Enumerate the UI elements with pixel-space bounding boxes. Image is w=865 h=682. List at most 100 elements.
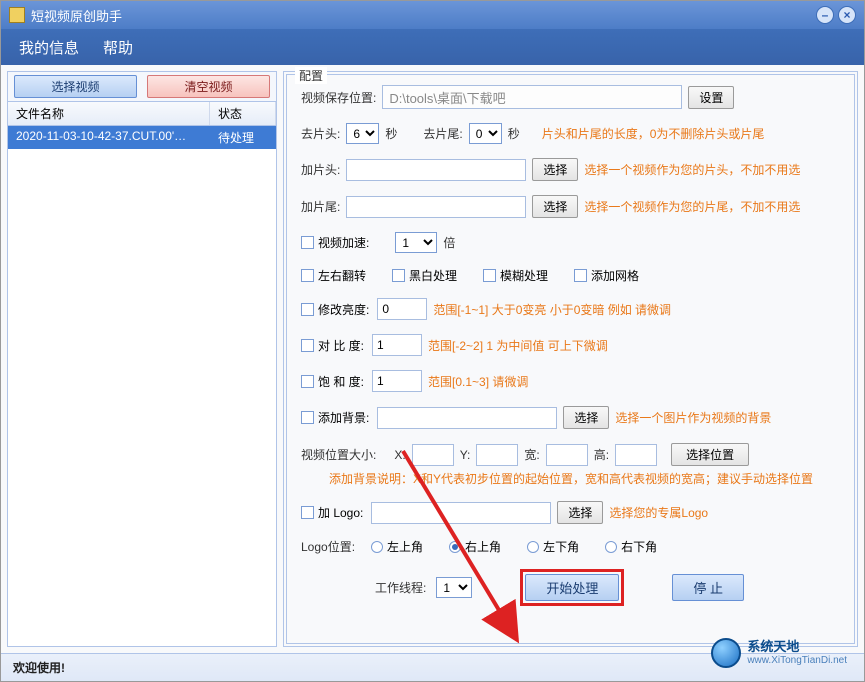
pos-w-label: 宽:: [524, 446, 539, 463]
contrast-hint: 范围[-2~2] 1 为中间值 可上下微调: [428, 337, 608, 354]
status-text: 欢迎使用!: [13, 659, 65, 676]
background-checkbox[interactable]: 添加背景:: [301, 409, 369, 426]
bw-checkbox[interactable]: 黑白处理: [392, 267, 457, 284]
checkbox-icon: [301, 303, 314, 316]
grid-checkbox[interactable]: 添加网格: [574, 267, 639, 284]
trim-start-label: 去片头:: [301, 125, 340, 142]
radio-top-left[interactable]: 左上角: [371, 538, 423, 555]
sec-unit-1: 秒: [385, 125, 397, 142]
app-window: 短视频原创助手 – × 我的信息 帮助 选择视频 清空视频 文件名称 状态 20…: [0, 0, 865, 682]
background-hint: 选择一个图片作为视频的背景: [615, 409, 771, 426]
trim-end-label: 去片尾:: [423, 125, 462, 142]
blur-checkbox[interactable]: 模糊处理: [483, 267, 548, 284]
checkbox-icon: [301, 236, 314, 249]
start-button[interactable]: 开始处理: [525, 574, 619, 601]
checkbox-icon: [301, 375, 314, 388]
app-title: 短视频原创助手: [31, 6, 812, 25]
trim-start-select[interactable]: 6: [346, 123, 379, 144]
logo-pick-button[interactable]: 选择: [557, 501, 603, 524]
radio-top-right[interactable]: 右上角: [449, 538, 501, 555]
watermark-title: 系统天地: [747, 640, 847, 654]
config-group: 配置 视频保存位置: 设置 去片头: 6 秒 去片尾: 0 秒 片头和片尾的长度…: [286, 74, 855, 644]
start-highlight: 开始处理: [520, 569, 624, 606]
checkbox-icon: [301, 339, 314, 352]
add-tail-pick-button[interactable]: 选择: [532, 195, 578, 218]
add-tail-hint: 选择一个视频作为您的片尾，不加不用选: [584, 198, 800, 215]
cell-filename: 2020-11-03-10-42-37.CUT.00'…: [8, 126, 210, 149]
contrast-checkbox[interactable]: 对 比 度:: [301, 337, 364, 354]
add-head-input[interactable]: [346, 159, 526, 181]
logo-pos-label: Logo位置:: [301, 538, 355, 555]
column-status: 状态: [210, 102, 276, 125]
watermark: 系统天地 www.XiTongTianDi.net: [711, 638, 847, 668]
logo-hint: 选择您的专属Logo: [609, 504, 708, 521]
brightness-input[interactable]: [377, 298, 427, 320]
pos-y-label: Y:: [460, 448, 471, 462]
file-toolbar: 选择视频 清空视频: [8, 72, 276, 102]
file-list-panel: 选择视频 清空视频 文件名称 状态 2020-11-03-10-42-37.CU…: [7, 71, 277, 647]
radio-icon: [605, 541, 617, 553]
globe-icon: [711, 638, 741, 668]
pos-y-input[interactable]: [476, 444, 518, 466]
saturation-hint: 范围[0.1~3] 请微调: [428, 373, 528, 390]
radio-icon: [527, 541, 539, 553]
pos-hint: 添加背景说明：X和Y代表初步位置的起始位置，宽和高代表视频的宽高；建议手动选择位…: [329, 470, 813, 487]
cell-status: 待处理: [210, 126, 276, 149]
radio-icon: [371, 541, 383, 553]
file-table: 文件名称 状态 2020-11-03-10-42-37.CUT.00'… 待处理: [8, 102, 276, 646]
saturation-checkbox[interactable]: 饱 和 度:: [301, 373, 364, 390]
checkbox-icon: [301, 411, 314, 424]
minimize-button[interactable]: –: [816, 6, 834, 24]
set-path-button[interactable]: 设置: [688, 86, 734, 109]
radio-bottom-right[interactable]: 右下角: [605, 538, 657, 555]
pos-x-label: X:: [394, 448, 405, 462]
pos-h-label: 高:: [594, 446, 609, 463]
add-head-label: 加片头:: [301, 161, 340, 178]
threads-select[interactable]: 1: [436, 577, 472, 598]
menu-my-info[interactable]: 我的信息: [19, 37, 79, 58]
pos-x-input[interactable]: [412, 444, 454, 466]
content-area: 选择视频 清空视频 文件名称 状态 2020-11-03-10-42-37.CU…: [1, 65, 864, 653]
clear-video-button[interactable]: 清空视频: [147, 75, 270, 98]
background-pick-button[interactable]: 选择: [563, 406, 609, 429]
brightness-checkbox[interactable]: 修改亮度:: [301, 301, 369, 318]
save-path-input[interactable]: [382, 85, 682, 109]
add-head-pick-button[interactable]: 选择: [532, 158, 578, 181]
table-row[interactable]: 2020-11-03-10-42-37.CUT.00'… 待处理: [8, 126, 276, 149]
title-bar: 短视频原创助手 – ×: [1, 1, 864, 29]
menu-help[interactable]: 帮助: [103, 37, 133, 58]
stop-button[interactable]: 停 止: [672, 574, 744, 601]
contrast-input[interactable]: [372, 334, 422, 356]
pos-h-input[interactable]: [615, 444, 657, 466]
radio-icon: [449, 541, 461, 553]
add-tail-label: 加片尾:: [301, 198, 340, 215]
pos-w-input[interactable]: [546, 444, 588, 466]
save-path-label: 视频保存位置:: [301, 89, 376, 106]
add-tail-input[interactable]: [346, 196, 526, 218]
add-head-hint: 选择一个视频作为您的片头，不加不用选: [584, 161, 800, 178]
background-input[interactable]: [377, 407, 557, 429]
column-filename: 文件名称: [8, 102, 210, 125]
checkbox-icon: [392, 269, 405, 282]
speed-unit: 倍: [443, 234, 455, 251]
speed-select[interactable]: 1: [395, 232, 437, 253]
checkbox-icon: [301, 506, 314, 519]
threads-label: 工作线程:: [375, 579, 426, 596]
checkbox-icon: [483, 269, 496, 282]
trim-end-select[interactable]: 0: [469, 123, 502, 144]
logo-checkbox[interactable]: 加 Logo:: [301, 504, 363, 521]
flip-checkbox[interactable]: 左右翻转: [301, 267, 366, 284]
watermark-url: www.XiTongTianDi.net: [747, 655, 847, 666]
pos-size-label: 视频位置大小:: [301, 446, 376, 463]
close-button[interactable]: ×: [838, 6, 856, 24]
app-icon: [9, 7, 25, 23]
speed-checkbox[interactable]: 视频加速:: [301, 234, 369, 251]
config-legend: 配置: [295, 67, 327, 84]
checkbox-icon: [301, 269, 314, 282]
trim-hint: 片头和片尾的长度，0为不删除片头或片尾: [542, 125, 765, 142]
select-video-button[interactable]: 选择视频: [14, 75, 137, 98]
logo-input[interactable]: [371, 502, 551, 524]
pos-pick-button[interactable]: 选择位置: [671, 443, 749, 466]
radio-bottom-left[interactable]: 左下角: [527, 538, 579, 555]
saturation-input[interactable]: [372, 370, 422, 392]
